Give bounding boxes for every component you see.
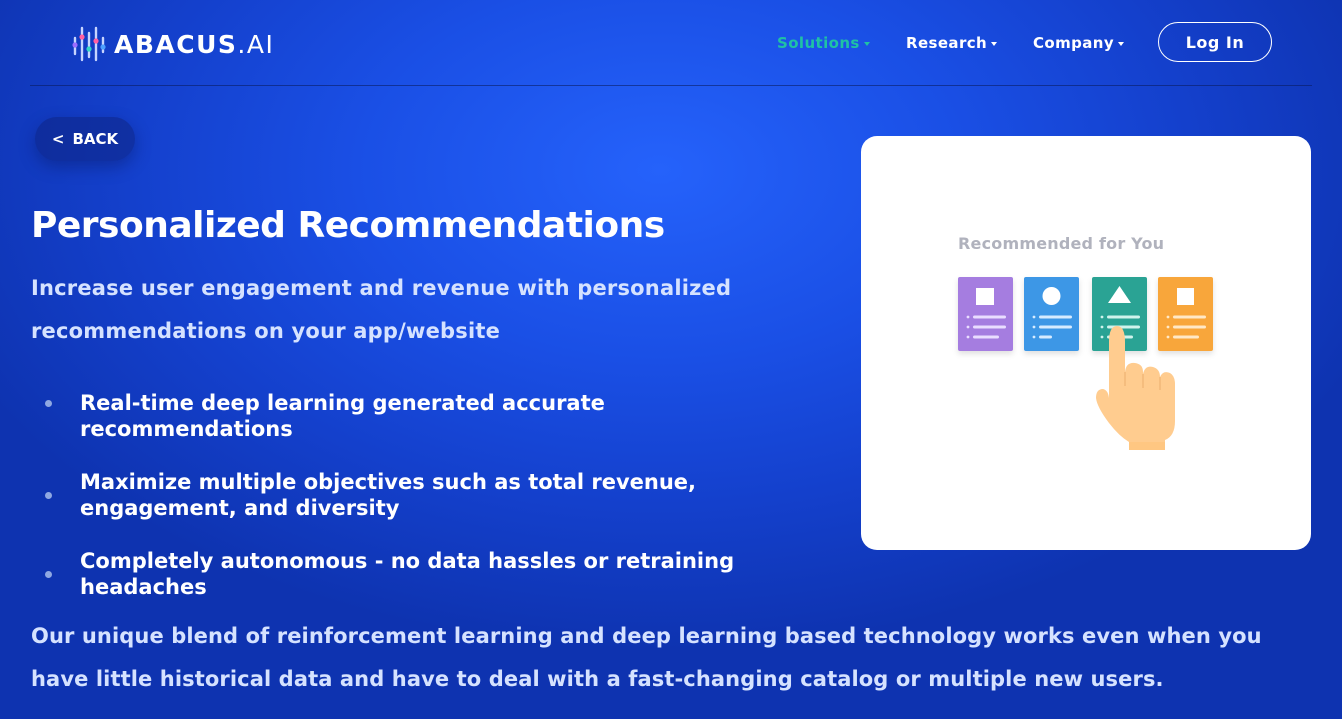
- back-button-label: BACK: [72, 130, 119, 148]
- feature-item: Completely autonomous - no data hassles …: [44, 548, 824, 600]
- logo-wordmark: ABACUS.AI: [114, 30, 274, 59]
- recommendations-illustration: [958, 277, 1213, 450]
- product-card-purple: [958, 277, 1013, 351]
- feature-item: Real-time deep learning generated accura…: [44, 390, 824, 442]
- page-subtitle: Increase user engagement and revenue wit…: [31, 276, 732, 343]
- feature-item: Maximize multiple objectives such as tot…: [44, 469, 824, 521]
- site-header: ABACUS.AI Solutions Research Company Log…: [0, 0, 1342, 86]
- header-divider: [30, 85, 1312, 86]
- abacus-logo[interactable]: ABACUS.AI: [72, 25, 274, 63]
- page-title: Personalized Recommendations: [31, 205, 665, 246]
- nav-solutions-label: Solutions: [777, 34, 860, 52]
- nav-solutions[interactable]: Solutions: [777, 33, 870, 53]
- chevron-down-icon: [1118, 41, 1125, 46]
- bullet-dot: [45, 571, 52, 578]
- back-button[interactable]: < BACK: [35, 117, 135, 161]
- product-card-blue: [1024, 277, 1079, 351]
- nav-research-label: Research: [906, 34, 988, 52]
- logo-wordmark-light: .AI: [237, 29, 275, 59]
- feature-item-text: Real-time deep learning generated accura…: [80, 391, 605, 441]
- chevron-left-icon: <: [51, 130, 65, 148]
- logo-wordmark-strong: ABACUS: [114, 29, 238, 59]
- chevron-down-icon: [991, 41, 998, 46]
- nav-company-label: Company: [1033, 34, 1115, 52]
- abacus-logo-icon: [72, 26, 106, 62]
- feature-item-text: Completely autonomous - no data hassles …: [80, 549, 735, 599]
- chevron-down-icon: [863, 41, 870, 46]
- nav-company[interactable]: Company: [1033, 33, 1125, 53]
- bullet-dot: [45, 492, 52, 499]
- feature-item-text: Maximize multiple objectives such as tot…: [80, 470, 697, 520]
- closing-paragraph: Our unique blend of reinforcement learni…: [31, 624, 1262, 691]
- login-button[interactable]: Log In: [1158, 22, 1272, 62]
- feature-list: Real-time deep learning generated accura…: [44, 390, 824, 600]
- nav-research[interactable]: Research: [906, 33, 998, 53]
- bullet-dot: [45, 400, 52, 407]
- product-card-orange: [1158, 277, 1213, 351]
